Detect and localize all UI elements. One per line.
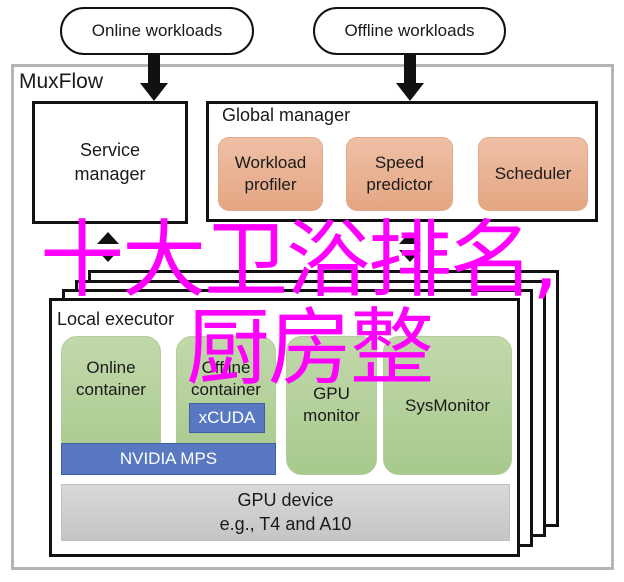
service-manager-label: Service manager xyxy=(74,140,146,184)
gpu-device-label: GPU device e.g., T4 and A10 xyxy=(219,490,352,534)
scheduler-box: Scheduler xyxy=(478,137,588,211)
workload-profiler-label: Workload profiler xyxy=(234,152,307,194)
local-executor-title: Local executor xyxy=(57,309,175,329)
global-manager-title: Global manager xyxy=(222,105,351,125)
speed-predictor-label: Speed predictor xyxy=(366,152,433,194)
nvidia-mps-box: NVIDIA MPS xyxy=(61,443,276,475)
service-to-executor-double-arrow-icon xyxy=(97,232,119,262)
speed-predictor-box: Speed predictor xyxy=(346,137,453,211)
offline-arrow-icon xyxy=(396,55,424,101)
sysmonitor-label: SysMonitor xyxy=(404,396,491,415)
gpu-monitor-label: GPU monitor xyxy=(303,384,360,426)
online-arrow-icon xyxy=(140,55,168,101)
nvidia-mps-label: NVIDIA MPS xyxy=(119,448,218,468)
xcuda-label: xCUDA xyxy=(198,407,256,427)
service-manager-box: Service manager xyxy=(32,101,188,224)
online-container-label: Online container xyxy=(76,358,146,400)
gpu-device-box: GPU device e.g., T4 and A10 xyxy=(61,484,510,541)
offline-container-label: Offline container xyxy=(191,358,261,400)
sysmonitor-box: SysMonitor xyxy=(383,336,512,475)
gpu-monitor-box: GPU monitor xyxy=(286,336,377,475)
workload-profiler-box: Workload profiler xyxy=(218,137,323,211)
scheduler-label: Scheduler xyxy=(494,163,572,183)
xcuda-box: xCUDA xyxy=(189,403,265,433)
global-to-executor-double-arrow-icon xyxy=(399,232,421,262)
